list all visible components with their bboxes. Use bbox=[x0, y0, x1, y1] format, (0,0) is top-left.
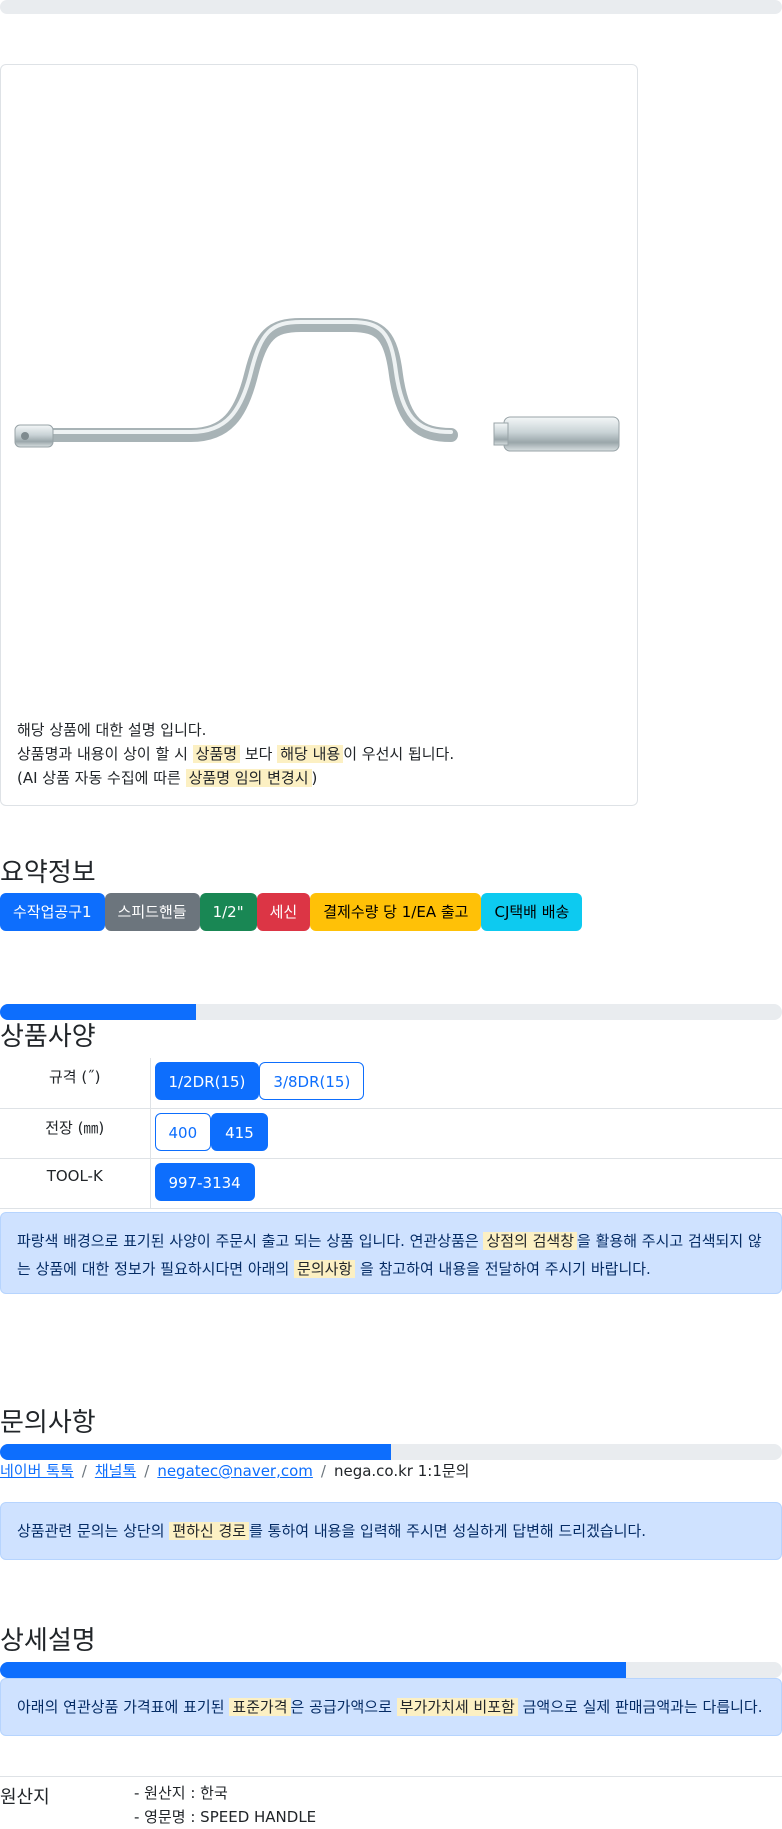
inquiry-links: 네이버 톡톡 / 채널톡 / negatec@naver,com / nega.co.kr … bbox=[0, 1462, 470, 1480]
inquiry-progress-bar bbox=[0, 1444, 782, 1460]
badge-type[interactable]: 스피드핸들 bbox=[104, 893, 200, 931]
option-1-2dr[interactable]: 1/2DR(15) bbox=[154, 1062, 260, 1100]
detail-alert: 아래의 연관상품 가격표에 표기된 표준가격 은 공급가액으로 부가가치세 비포함… bbox=[0, 1678, 782, 1736]
spec-options: 1/2DR(15) 3/8DR(15) bbox=[150, 1058, 782, 1109]
highlight-content: 해당 내용 bbox=[277, 745, 344, 763]
badge-size[interactable]: 1/2" bbox=[199, 893, 257, 931]
spec-row: TOOL-K 997-3134 bbox=[0, 1158, 782, 1209]
summary-badges: 수작업공구1 스피드핸들 1/2" 세신 결제수량 당 1/EA 출고 CJ택배… bbox=[0, 893, 583, 931]
site-inquiry-text: nega.co.kr 1:1문의 bbox=[333, 1462, 470, 1480]
product-description: 해당 상품에 대한 설명 입니다. 상품명과 내용이 상이 할 시 상품명 보다… bbox=[17, 718, 454, 790]
badge-delivery[interactable]: CJ택배 배송 bbox=[481, 893, 583, 931]
option-3-8dr[interactable]: 3/8DR(15) bbox=[259, 1062, 365, 1100]
option-415[interactable]: 415 bbox=[211, 1112, 268, 1151]
spec-title: 상품사양 bbox=[0, 1022, 96, 1052]
origin-section: 원산지 - 원산지 : 한국 - 영문명 : SPEED HANDLE bbox=[0, 1776, 782, 1826]
origin-values: - 원산지 : 한국 - 영문명 : SPEED HANDLE bbox=[134, 1781, 316, 1829]
inquiry-alert: 상품관련 문의는 상단의 편하신 경로 를 통하여 내용을 입력해 주시면 성실하… bbox=[0, 1502, 782, 1560]
highlight-inquiry: 문의사항 bbox=[294, 1260, 356, 1278]
desc-line-1: 해당 상품에 대한 설명 입니다. bbox=[17, 721, 207, 739]
highlight-product-name: 상품명 bbox=[192, 745, 241, 763]
spec-table: 규격 (˝) 1/2DR(15) 3/8DR(15) 전장 (㎜) 400 415 … bbox=[0, 1058, 782, 1209]
spec-progress-bar bbox=[0, 1004, 782, 1020]
highlight-name-change: 상품명 임의 변경시 bbox=[185, 769, 312, 787]
highlight-search: 상점의 검색창 bbox=[483, 1232, 578, 1250]
detail-progress-bar bbox=[0, 1662, 782, 1678]
inquiry-title: 문의사항 bbox=[0, 1408, 96, 1438]
badge-quantity[interactable]: 결제수량 당 1/EA 출고 bbox=[310, 893, 482, 931]
spec-label: 규격 (˝) bbox=[0, 1058, 151, 1109]
origin-english-name: - 영문명 : SPEED HANDLE bbox=[134, 1808, 317, 1826]
top-progress-bar bbox=[0, 0, 782, 14]
origin-label: 원산지 bbox=[0, 1787, 50, 1808]
naver-talk-link[interactable]: 네이버 톡톡 bbox=[0, 1462, 74, 1480]
spec-row: 규격 (˝) 1/2DR(15) 3/8DR(15) bbox=[0, 1058, 782, 1109]
desc-line-2: 상품명과 내용이 상이 할 시 상품명 보다 해당 내용 이 우선시 됩니다. bbox=[17, 745, 455, 763]
option-400[interactable]: 400 bbox=[154, 1112, 212, 1151]
detail-title: 상세설명 bbox=[0, 1626, 96, 1656]
highlight-route: 편하신 경로 bbox=[169, 1522, 250, 1540]
product-image bbox=[14, 318, 620, 452]
spec-options: 400 415 bbox=[150, 1108, 782, 1159]
channel-talk-link[interactable]: 채널톡 bbox=[95, 1462, 136, 1480]
highlight-vat: 부가가치세 비포함 bbox=[396, 1698, 518, 1716]
summary-title: 요약정보 bbox=[0, 858, 96, 888]
origin-country: - 원산지 : 한국 bbox=[134, 1784, 228, 1802]
spec-label: 전장 (㎜) bbox=[0, 1108, 151, 1159]
email-link[interactable]: negatec@naver,com bbox=[157, 1462, 313, 1480]
desc-line-3: (AI 상품 자동 수집에 따른 상품명 임의 변경시) bbox=[17, 769, 318, 787]
badge-category[interactable]: 수작업공구1 bbox=[0, 893, 105, 931]
spec-label: TOOL-K bbox=[0, 1158, 151, 1209]
product-card: 해당 상품에 대한 설명 입니다. 상품명과 내용이 상이 할 시 상품명 보다… bbox=[0, 64, 638, 806]
spec-row: 전장 (㎜) 400 415 bbox=[0, 1108, 782, 1159]
option-tool-k[interactable]: 997-3134 bbox=[154, 1162, 255, 1201]
spec-options: 997-3134 bbox=[150, 1158, 782, 1209]
highlight-standard-price: 표준가격 bbox=[229, 1698, 291, 1716]
badge-brand[interactable]: 세신 bbox=[256, 893, 311, 931]
spec-alert: 파랑색 배경으로 표기된 사양이 주문시 출고 되는 상품 입니다. 연관상품은… bbox=[0, 1212, 782, 1294]
